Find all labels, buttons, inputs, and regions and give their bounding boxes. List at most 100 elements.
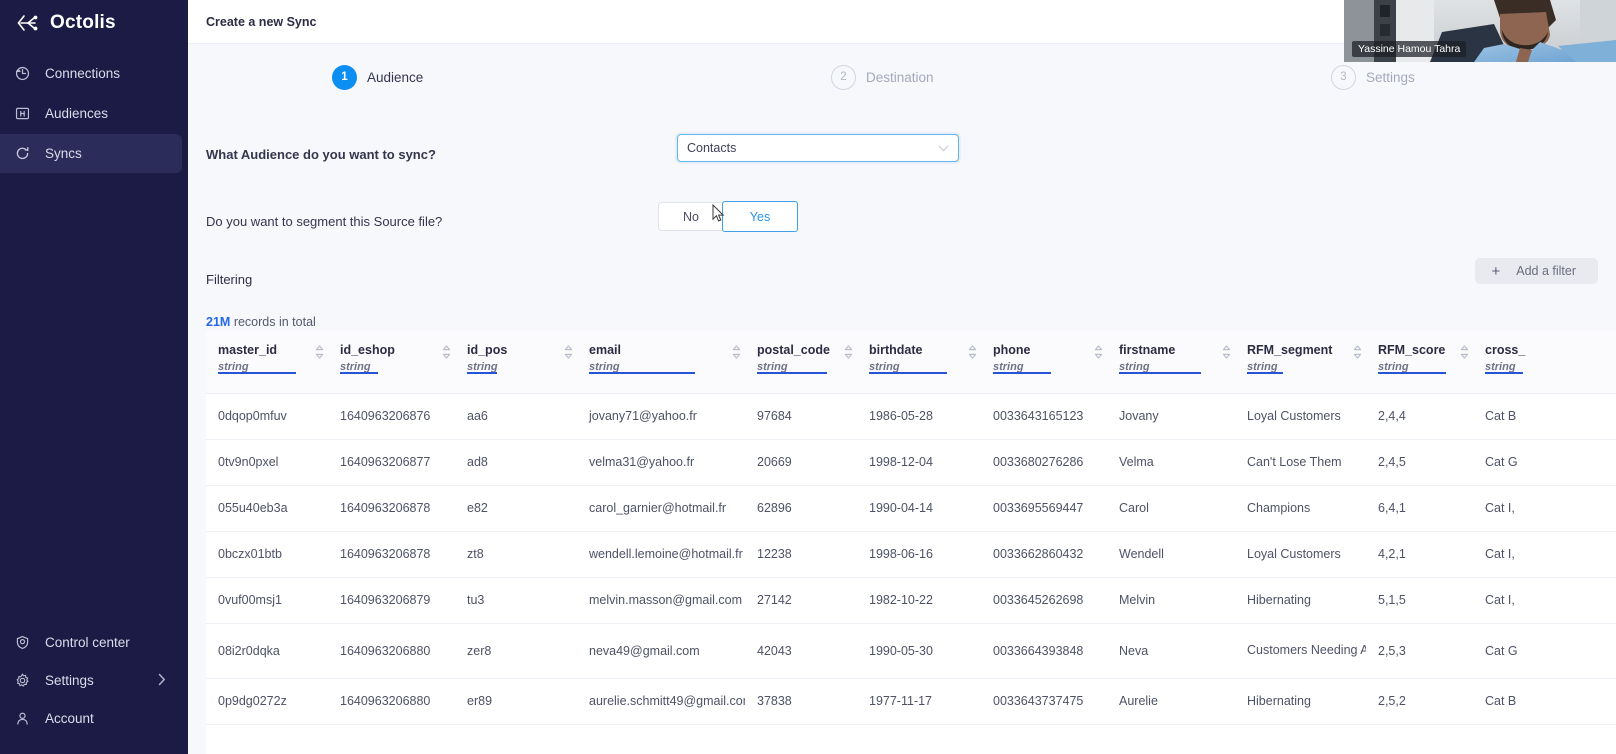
sidebar-item-label: Audiences (45, 106, 109, 121)
sort-updown-icon[interactable] (1460, 345, 1469, 359)
cell-phone: 0033695569447 (981, 485, 1107, 532)
col-title: master_id (218, 343, 278, 357)
step-settings[interactable]: 3 Settings (1331, 64, 1415, 90)
cell-RFM_score: 2,4,5 (1366, 439, 1473, 486)
cell-RFM_segment: Hibernating (1235, 577, 1366, 624)
cell-firstname: Wendell (1107, 531, 1235, 578)
col-title: email (589, 343, 621, 357)
table-row[interactable]: 08i2r0dqka 1640963206880 zer8 neva49@gma… (206, 623, 1616, 679)
col-header-postal_code[interactable]: postal_code string (745, 331, 857, 394)
add-filter-label: Add a filter (1516, 264, 1576, 278)
sort-updown-icon[interactable] (1222, 345, 1231, 359)
cell-RFM_score: 2,5,2 (1366, 678, 1473, 725)
col-header-email[interactable]: email string (577, 331, 745, 394)
col-header-master_id[interactable]: master_id string (206, 331, 328, 394)
cell-postal_code: 97684 (745, 393, 857, 440)
cell-birthdate: 1982-10-22 (857, 577, 981, 624)
col-header-RFM_segment[interactable]: RFM_segment string (1235, 331, 1366, 394)
sidebar-item-connections[interactable]: Connections (0, 54, 182, 93)
col-header-firstname[interactable]: firstname string (1107, 331, 1235, 394)
col-header-id_pos[interactable]: id_pos string (455, 331, 577, 394)
step-label: Settings (1366, 69, 1415, 85)
cell-id_eshop: 1640963206877 (328, 439, 455, 486)
step-destination[interactable]: 2 Destination (831, 64, 934, 90)
sidebar-item-audiences[interactable]: Audiences (0, 94, 182, 133)
cell-firstname: Carol (1107, 485, 1235, 532)
cell-email: carol_garnier@hotmail.fr (577, 485, 745, 532)
video-call-pip[interactable]: Yassine Hamou Tahra (1344, 0, 1616, 62)
sort-updown-icon[interactable] (732, 345, 741, 359)
cell-RFM_score: 5,1,5 (1366, 577, 1473, 624)
audience-select[interactable]: Contacts (677, 134, 959, 162)
table-head: master_id string id_eshop string id_pos … (206, 331, 1616, 394)
table-row[interactable]: 0p9dg0272z 1640963206880 er89 aurelie.sc… (206, 678, 1616, 725)
table-row[interactable]: 0vuf00msj1 1640963206879 tu3 melvin.mass… (206, 577, 1616, 624)
cell-postal_code: 37838 (745, 678, 857, 725)
col-header-birthdate[interactable]: birthdate string (857, 331, 981, 394)
cell-RFM_score: 2,4,4 (1366, 393, 1473, 440)
col-underline (467, 372, 497, 374)
chevron-down-icon (938, 141, 949, 155)
sort-updown-icon[interactable] (564, 345, 573, 359)
col-header-RFM_score[interactable]: RFM_score string (1366, 331, 1473, 394)
audience-question-label: What Audience do you want to sync? (206, 146, 436, 162)
cell-phone: 0033643737475 (981, 678, 1107, 725)
cell-phone: 0033662860432 (981, 531, 1107, 578)
cell-cross: Cat G (1473, 439, 1616, 486)
cell-phone: 0033643165123 (981, 393, 1107, 440)
cell-birthdate: 1998-12-04 (857, 439, 981, 486)
cell-RFM_segment: Champions (1235, 485, 1366, 532)
sort-updown-icon[interactable] (1094, 345, 1103, 359)
cell-phone: 0033664393848 (981, 623, 1107, 679)
cell-RFM_segment: Loyal Customers (1235, 531, 1366, 578)
cell-RFM_segment: Can't Lose Them (1235, 439, 1366, 486)
col-title: cross_ (1485, 343, 1526, 357)
add-filter-button[interactable]: + Add a filter (1475, 258, 1598, 284)
step-audience[interactable]: 1 Audience (332, 64, 423, 90)
sidebar-item-syncs[interactable]: Syncs (0, 134, 182, 173)
cell-master_id: 0vuf00msj1 (206, 577, 328, 624)
sort-updown-icon[interactable] (1353, 345, 1362, 359)
sidebar-item-label: Connections (45, 66, 121, 81)
cell-id_eshop: 1640963206876 (328, 393, 455, 440)
col-header-cross[interactable]: cross_ string (1473, 331, 1616, 394)
col-title: firstname (1119, 343, 1176, 357)
cell-email: aurelie.schmitt49@gmail.com (577, 678, 745, 725)
table-row[interactable]: 055u40eb3a 1640963206878 e82 carol_garni… (206, 485, 1616, 532)
table-body: 0dqop0mfuv 1640963206876 aa6 jovany71@ya… (206, 393, 1616, 725)
sort-updown-icon[interactable] (968, 345, 977, 359)
sort-updown-icon[interactable] (442, 345, 451, 359)
col-title: phone (993, 343, 1031, 357)
table-row[interactable]: 0tv9n0pxel 1640963206877 ad8 velma31@yah… (206, 439, 1616, 486)
col-underline (1378, 372, 1446, 374)
sort-updown-icon[interactable] (844, 345, 853, 359)
records-table-container[interactable]: master_id string id_eshop string id_pos … (206, 331, 1616, 754)
cell-id_pos: e82 (455, 485, 577, 532)
cell-postal_code: 62896 (745, 485, 857, 532)
table-row[interactable]: 0dqop0mfuv 1640963206876 aa6 jovany71@ya… (206, 393, 1616, 440)
col-underline (1247, 372, 1283, 374)
records-total: 21M records in total (188, 315, 1616, 329)
cell-postal_code: 20669 (745, 439, 857, 486)
sort-updown-icon[interactable] (315, 345, 324, 359)
octolis-logo-icon (14, 10, 40, 36)
page-title: Create a new Sync (206, 14, 317, 29)
col-header-phone[interactable]: phone string (981, 331, 1107, 394)
col-header-id_eshop[interactable]: id_eshop string (328, 331, 455, 394)
audiences-icon (14, 105, 31, 122)
sidebar-item-control-center[interactable]: Control center (0, 624, 182, 661)
cell-master_id: 0dqop0mfuv (206, 393, 328, 440)
segment-toggle-group: No Yes (658, 201, 798, 232)
step-number: 1 (332, 64, 357, 90)
sidebar-item-account[interactable]: Account (0, 700, 182, 737)
cell-cross: Cat G (1473, 623, 1616, 679)
col-underline (340, 372, 378, 374)
cell-birthdate: 1990-04-14 (857, 485, 981, 532)
segment-yes-button[interactable]: Yes (722, 201, 798, 232)
cell-id_pos: tu3 (455, 577, 577, 624)
sidebar-item-settings[interactable]: Settings (0, 662, 182, 699)
cell-birthdate: 1986-05-28 (857, 393, 981, 440)
cell-RFM_score: 6,4,1 (1366, 485, 1473, 532)
gear-icon (14, 672, 31, 689)
table-row[interactable]: 0bczx01btb 1640963206878 zt8 wendell.lem… (206, 531, 1616, 578)
